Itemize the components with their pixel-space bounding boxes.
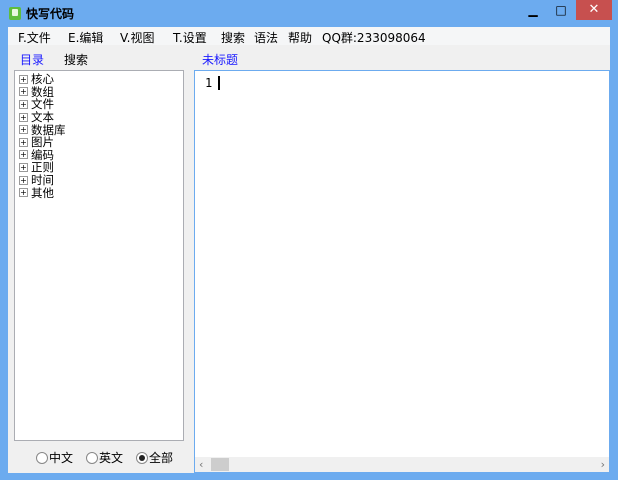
radio-chinese[interactable]: 中文: [36, 449, 73, 466]
expand-icon[interactable]: +: [19, 74, 28, 84]
expand-icon[interactable]: +: [19, 150, 28, 160]
tree-node-label: 正则: [31, 160, 54, 175]
scroll-thumb[interactable]: [211, 458, 229, 471]
tree-node-label: 数组: [31, 84, 54, 99]
radio-icon: [86, 451, 98, 464]
radio-english[interactable]: 英文: [86, 449, 123, 466]
tree-node-label: 编码: [31, 147, 54, 162]
tree-node[interactable]: + 数组: [19, 86, 54, 99]
tree-node[interactable]: + 正则: [19, 161, 54, 174]
tab-untitled[interactable]: 未标题: [202, 51, 238, 68]
expand-icon[interactable]: +: [19, 125, 28, 135]
client-area: F.文件 E.编辑 V.视图 T.设置 搜索 语法 帮助 QQ群:2330980…: [8, 27, 610, 473]
tree-node[interactable]: + 其他: [19, 186, 54, 199]
menu-settings[interactable]: T.设置: [173, 29, 207, 46]
tree-node[interactable]: + 时间: [19, 174, 54, 187]
expand-icon[interactable]: +: [19, 112, 28, 122]
window-title: 快写代码: [26, 7, 75, 21]
radio-icon-checked: [136, 451, 148, 464]
menu-view[interactable]: V.视图: [120, 29, 154, 46]
maximize-button[interactable]: □: [548, 0, 574, 20]
menu-syntax[interactable]: 语法: [254, 29, 278, 46]
tree-node[interactable]: + 文本: [19, 111, 54, 124]
radio-label: 英文: [99, 451, 124, 465]
menu-bar: F.文件 E.编辑 V.视图 T.设置 搜索 语法 帮助 QQ群:2330980…: [8, 27, 610, 45]
menu-qq-group[interactable]: QQ群:233098064: [322, 29, 426, 46]
radio-label: 中文: [49, 451, 74, 465]
tree-node[interactable]: + 核心: [19, 73, 54, 86]
tree-node-label: 数据库: [31, 122, 66, 137]
tree-node[interactable]: + 数据库: [19, 123, 66, 136]
tree-node-label: 时间: [31, 173, 54, 188]
tree-node-label: 核心: [31, 72, 54, 87]
minimize-button[interactable]: ▁: [520, 0, 546, 20]
expand-icon[interactable]: +: [19, 137, 28, 147]
tree-node-label: 文件: [31, 97, 54, 112]
horizontal-scrollbar[interactable]: ‹ ›: [195, 457, 609, 472]
expand-icon[interactable]: +: [19, 99, 28, 109]
scroll-right-icon[interactable]: ›: [601, 457, 605, 472]
menu-help[interactable]: 帮助: [288, 29, 312, 46]
tree-node-label: 文本: [31, 110, 54, 125]
expand-icon[interactable]: +: [19, 175, 28, 185]
radio-label: 全部: [149, 451, 174, 465]
tree-node[interactable]: + 文件: [19, 98, 54, 111]
tree-node[interactable]: + 图片: [19, 136, 54, 149]
expand-icon[interactable]: +: [19, 87, 28, 97]
tree-node-label: 其他: [31, 185, 54, 200]
expand-icon[interactable]: +: [19, 162, 28, 172]
tab-catalog[interactable]: 目录: [20, 51, 44, 68]
tab-search[interactable]: 搜索: [64, 51, 88, 68]
scroll-left-icon[interactable]: ‹: [199, 457, 203, 472]
tree-node-label: 图片: [31, 135, 54, 150]
menu-file[interactable]: F.文件: [18, 29, 51, 46]
menu-search[interactable]: 搜索: [221, 29, 245, 46]
catalog-tree[interactable]: + 核心 + 数组 + 文件 + 文本 + 数据库 + 图片 + 编码 + 正则 + 时间 + 其他: [14, 70, 184, 441]
close-button[interactable]: ✕: [576, 0, 612, 20]
tree-node[interactable]: + 编码: [19, 149, 54, 162]
app-icon: [9, 7, 21, 20]
menu-edit[interactable]: E.编辑: [68, 29, 103, 46]
radio-all[interactable]: 全部: [136, 449, 173, 466]
expand-icon[interactable]: +: [19, 188, 28, 198]
radio-icon: [36, 451, 48, 464]
code-editor[interactable]: 1 ‹ ›: [194, 70, 610, 473]
title-bar: 快写代码 ▁ □ ✕: [0, 0, 618, 27]
text-caret: [218, 76, 220, 90]
line-number: 1: [205, 76, 213, 90]
